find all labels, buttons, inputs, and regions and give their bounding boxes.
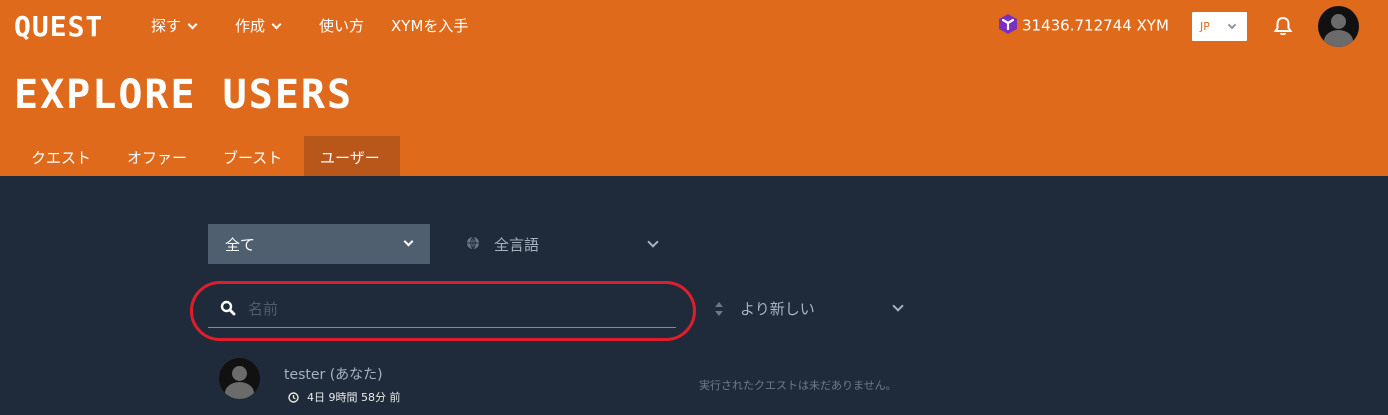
nav-create-label: 作成	[235, 17, 266, 35]
user-time-text: 4日 9時間 58分 前	[307, 391, 401, 404]
page-title: EXPLORE USERS	[14, 72, 354, 118]
chevron-down-icon	[1227, 20, 1237, 30]
avatar-head	[1331, 14, 1346, 29]
nav-get-xym[interactable]: XYMを入手	[391, 15, 468, 36]
language-select[interactable]: JP	[1192, 12, 1247, 41]
nav-get-xym-label: XYMを入手	[391, 17, 469, 35]
language-select-value: JP	[1200, 20, 1210, 33]
avatar-head	[232, 366, 247, 381]
search-input[interactable]	[248, 296, 668, 322]
tab-users[interactable]: ユーザー	[304, 136, 400, 176]
chevron-down-icon	[892, 300, 904, 312]
avatar-body	[1324, 30, 1353, 47]
nav-explore[interactable]: 探す	[151, 15, 198, 36]
bell-icon[interactable]	[1272, 15, 1294, 37]
sort-select-value: より新しい	[740, 300, 815, 318]
user-last-active: 4日 9時間 58分 前	[288, 389, 400, 405]
avatar-body	[225, 382, 254, 399]
globe-icon	[467, 236, 479, 250]
user-list-item[interactable]: tester (あなた) 4日 9時間 58分 前 実行されたクエストは未だあり…	[208, 352, 1188, 415]
chevron-down-icon	[647, 236, 659, 248]
user-avatar-icon[interactable]	[219, 358, 260, 399]
search-icon	[220, 300, 236, 316]
chevron-down-icon	[271, 19, 282, 30]
tab-quests[interactable]: クエスト	[15, 136, 107, 176]
sort-arrows-icon	[715, 302, 723, 316]
nav-create[interactable]: 作成	[235, 15, 282, 36]
category-select-value: 全て	[225, 236, 256, 254]
symbol-token-icon	[999, 14, 1017, 34]
chevron-down-icon	[187, 19, 198, 30]
nav-explore-label: 探す	[151, 17, 182, 35]
tab-boosts[interactable]: ブースト	[207, 136, 298, 176]
language-filter-value: 全言語	[494, 236, 540, 254]
nav-how-to[interactable]: 使い方	[319, 15, 364, 36]
tab-offers[interactable]: オファー	[111, 136, 203, 176]
chevron-down-icon	[403, 236, 414, 247]
sort-select[interactable]: より新しい	[712, 292, 912, 326]
top-nav-bar: QUEST 探す 作成 使い方 XYMを入手 31436.712744 XYM …	[0, 0, 1388, 52]
category-select[interactable]: 全て	[208, 224, 430, 264]
search-field[interactable]	[208, 292, 676, 328]
user-name[interactable]: tester (あなた)	[284, 364, 383, 384]
clock-icon	[288, 391, 299, 403]
header: QUEST 探す 作成 使い方 XYMを入手 31436.712744 XYM …	[0, 0, 1388, 176]
balance-amount: 31436.712744 XYM	[1022, 16, 1169, 35]
wallet-balance[interactable]: 31436.712744 XYM	[998, 14, 1169, 37]
user-avatar-icon[interactable]	[1318, 6, 1359, 47]
nav-how-to-label: 使い方	[319, 17, 365, 35]
logo[interactable]: QUEST	[14, 10, 103, 43]
language-filter-select[interactable]: 全言語	[464, 224, 664, 264]
user-quests-status: 実行されたクエストは未だありません。	[699, 379, 897, 392]
